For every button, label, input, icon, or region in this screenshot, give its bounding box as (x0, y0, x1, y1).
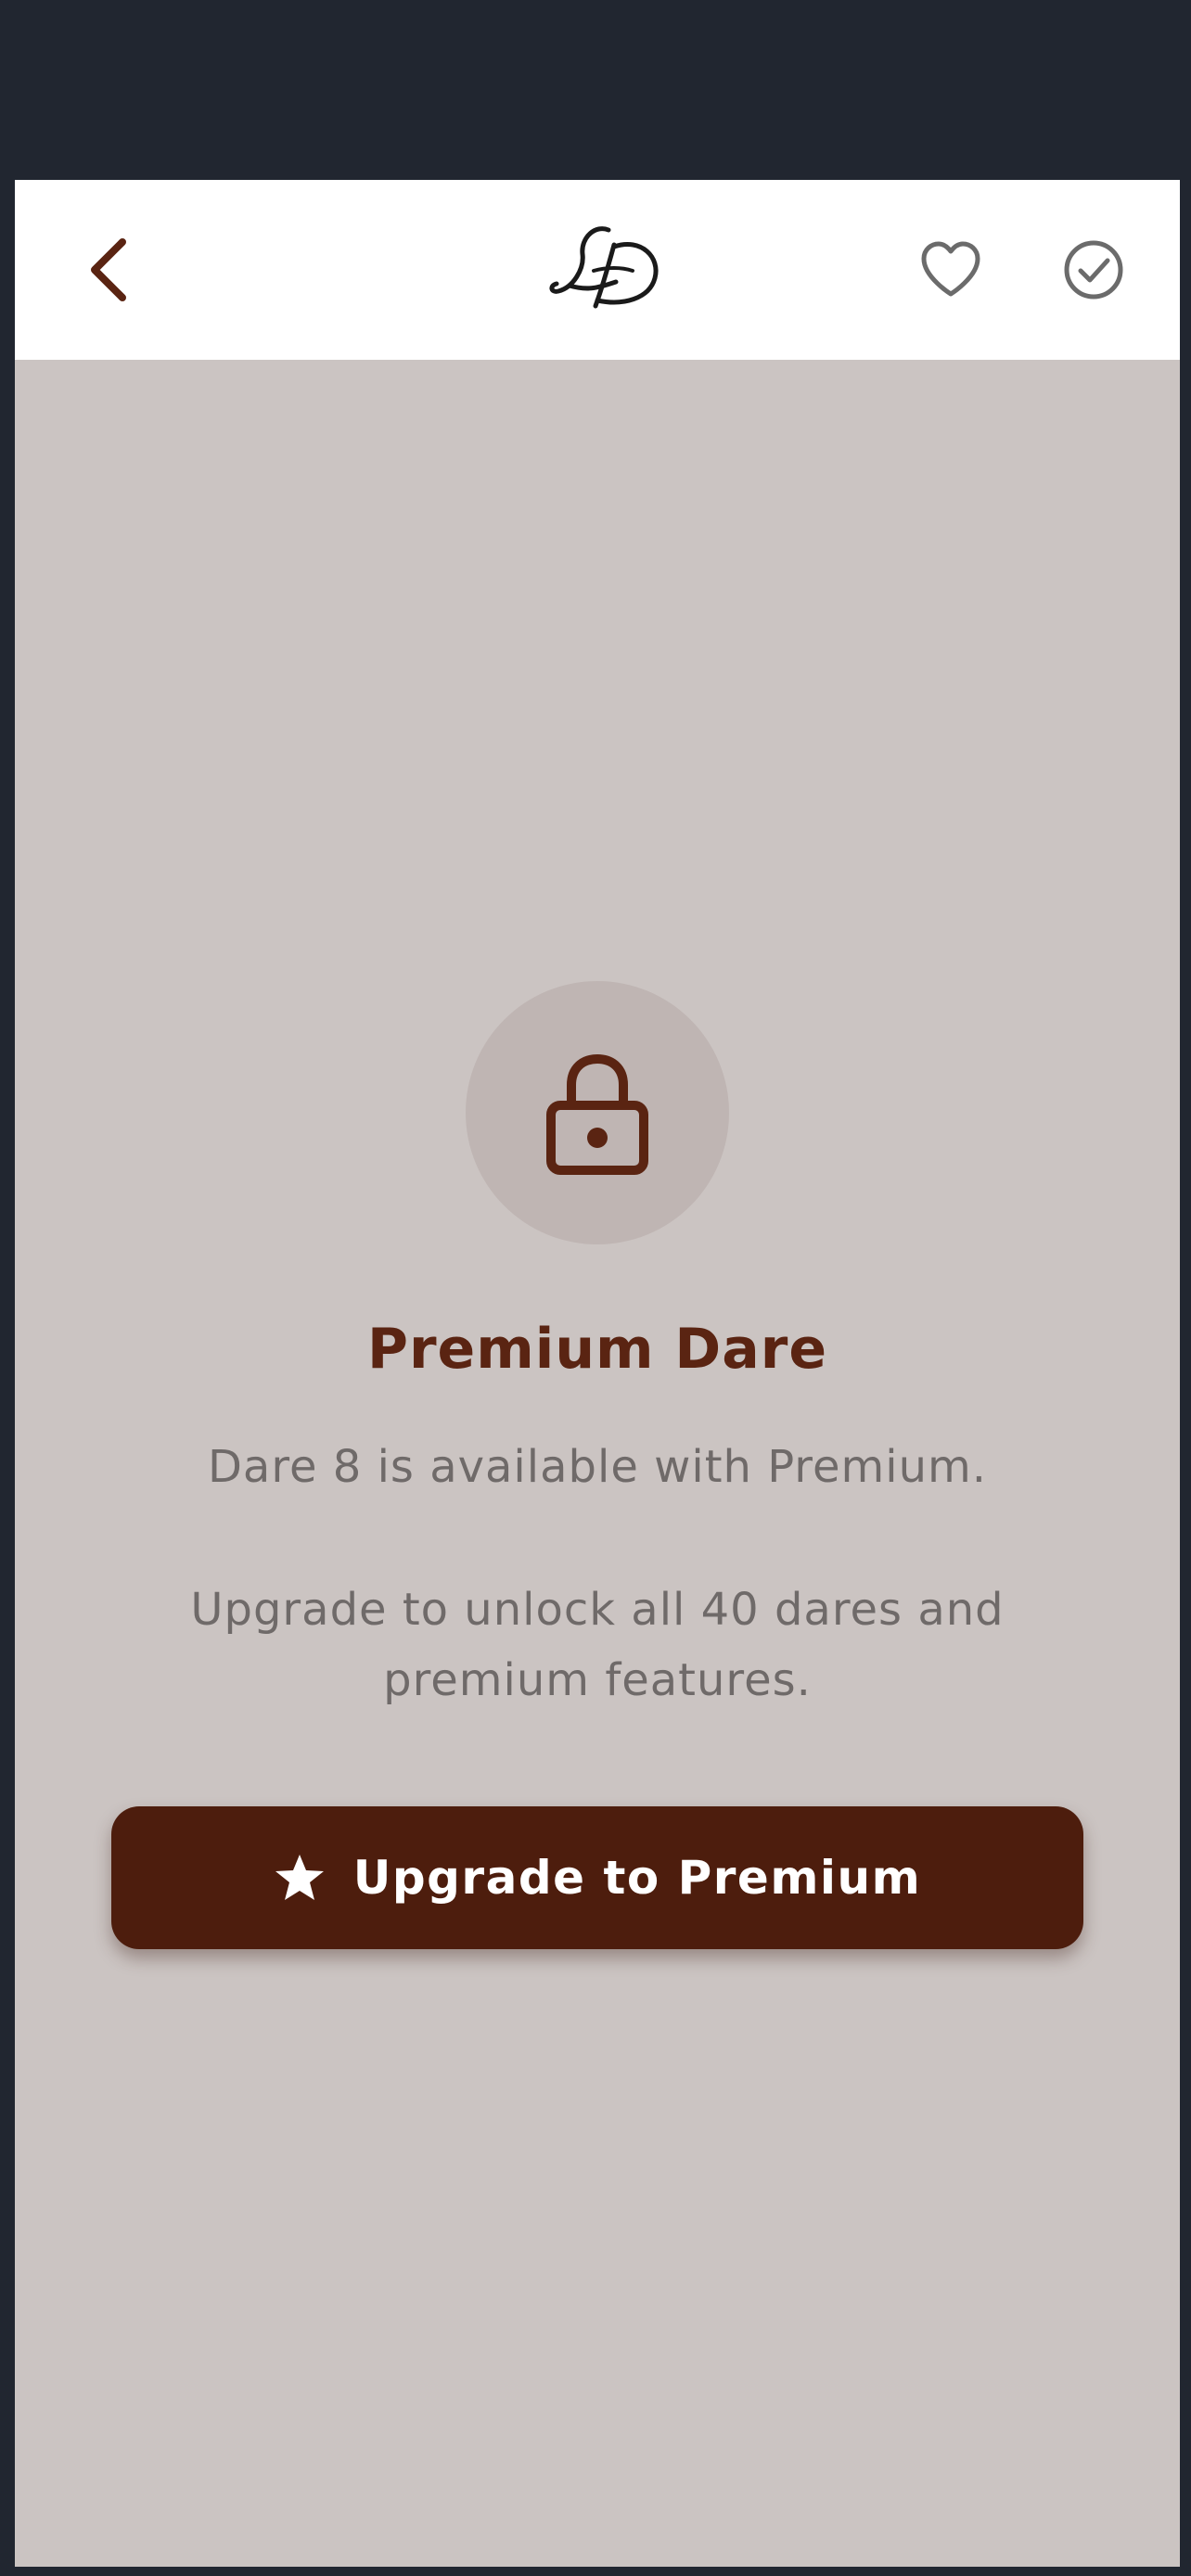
mark-complete-button[interactable] (1050, 226, 1137, 313)
premium-availability-text: Dare 8 is available with Premium. (207, 1441, 988, 1493)
check-circle-icon (1064, 240, 1123, 300)
app-logo (542, 217, 672, 319)
lock-badge (466, 981, 729, 1244)
heart-outline-icon (921, 241, 980, 297)
upgrade-to-premium-button[interactable]: Upgrade to Premium (111, 1806, 1083, 1949)
ld-monogram-logo (549, 226, 659, 309)
premium-upgrade-description: Upgrade to unlock all 40 dares and premi… (190, 1584, 1005, 1706)
app-screen: Premium Dare Dare 8 is available with Pr… (15, 180, 1180, 2567)
favorite-button[interactable] (907, 226, 994, 313)
back-button[interactable] (70, 231, 148, 309)
lock-icon (546, 1053, 648, 1175)
premium-title: Premium Dare (366, 1317, 828, 1382)
upgrade-button-label: Upgrade to Premium (352, 1851, 922, 1905)
chevron-left-icon (91, 238, 126, 301)
star-icon (274, 1853, 326, 1903)
top-app-bar (15, 180, 1180, 360)
